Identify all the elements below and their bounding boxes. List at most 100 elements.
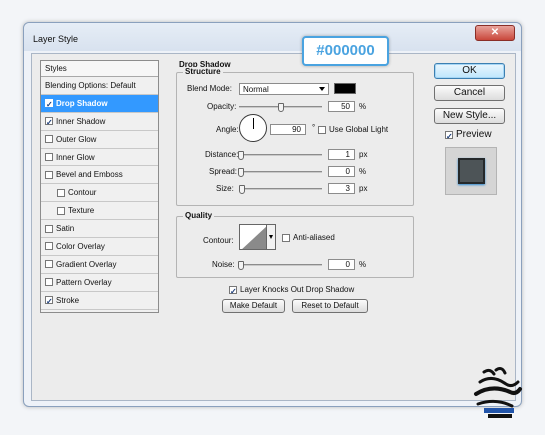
style-item[interactable]: Bevel and Emboss [41, 166, 158, 185]
style-item[interactable]: Inner Glow [41, 149, 158, 167]
style-item-label: Blending Options: Default [45, 80, 136, 90]
styles-rows: Blending Options: Default Drop Shadow Inne… [41, 77, 158, 310]
style-item[interactable]: Drop Shadow [41, 94, 158, 113]
style-item-checkbox[interactable] [45, 96, 53, 113]
style-item-label: Gradient Overlay [56, 259, 117, 269]
style-item-checkbox[interactable] [45, 135, 53, 144]
style-item[interactable]: Texture [41, 202, 158, 221]
hex-prefix: # [316, 42, 325, 59]
noise-slider-thumb[interactable] [238, 261, 244, 270]
shadow-color-swatch[interactable] [334, 83, 356, 94]
structure-group: Structure Blend Mode: Normal Opacity: 50… [176, 67, 414, 206]
use-global-light[interactable]: Use Global Light [318, 125, 388, 134]
opacity-unit: % [359, 102, 367, 111]
size-slider-track[interactable] [239, 188, 322, 190]
cancel-button[interactable]: Cancel [434, 85, 505, 101]
layer-style-dialog: Layer Style ✕ Styles Blending Options: D… [23, 22, 522, 407]
dialog-body: Styles Blending Options: Default Drop Sha… [31, 53, 516, 401]
size-unit: px [359, 184, 368, 193]
style-item-label: Stroke [56, 295, 80, 305]
noise-input[interactable]: 0 [328, 259, 355, 270]
style-item-checkbox[interactable] [57, 206, 65, 215]
preview-label: Preview [456, 129, 492, 140]
angle-input[interactable]: 90 [270, 124, 306, 135]
noise-label: Noise: [212, 260, 235, 269]
spread-slider-track[interactable] [239, 171, 322, 173]
style-item-checkbox[interactable] [45, 260, 53, 269]
new-style-button[interactable]: New Style... [434, 108, 505, 124]
style-item-checkbox[interactable] [45, 278, 53, 287]
reset-to-default-button[interactable]: Reset to Default [292, 299, 368, 313]
spread-unit: % [359, 167, 367, 176]
spread-input[interactable]: 0 [328, 166, 355, 177]
style-item-label: Texture [68, 206, 95, 216]
style-item-label: Bevel and Emboss [56, 170, 123, 180]
style-item-checkbox[interactable] [45, 170, 53, 179]
style-item-label: Inner Shadow [56, 116, 106, 126]
distance-slider-thumb[interactable] [238, 151, 244, 160]
style-item[interactable]: Satin [41, 220, 158, 239]
distance-unit: px [359, 150, 368, 159]
layer-knocks-out-checkbox[interactable] [229, 283, 237, 300]
noise-slider-track[interactable] [239, 264, 322, 266]
title-bar[interactable]: Layer Style ✕ [24, 23, 521, 51]
blend-mode-value: Normal [243, 85, 269, 94]
hex-color-callout: #000000 [302, 36, 389, 66]
style-item-label: Inner Glow [56, 152, 95, 162]
style-item[interactable]: Contour [41, 184, 158, 203]
style-item-checkbox[interactable] [45, 293, 53, 310]
contour-preview[interactable] [239, 224, 267, 250]
make-default-button[interactable]: Make Default [222, 299, 285, 313]
anti-aliased-label: Anti-aliased [293, 233, 335, 242]
style-item[interactable]: Blending Options: Default [41, 77, 158, 95]
contour-label: Contour: [203, 236, 234, 245]
style-item[interactable]: Color Overlay [41, 238, 158, 256]
noise-unit: % [359, 260, 367, 269]
structure-title: Structure [183, 67, 223, 76]
style-item[interactable]: Inner Shadow [41, 113, 158, 131]
anti-aliased-checkbox[interactable] [282, 233, 290, 242]
contour-dropdown[interactable] [267, 224, 276, 250]
styles-list: Styles Blending Options: Default Drop Sha… [40, 60, 159, 313]
layer-knocks-out-label: Layer Knocks Out Drop Shadow [240, 285, 355, 294]
ok-button[interactable]: OK [434, 63, 505, 79]
distance-label: Distance: [205, 150, 239, 159]
close-button[interactable]: ✕ [475, 25, 515, 41]
style-item[interactable]: Gradient Overlay [41, 256, 158, 274]
angle-dial[interactable] [239, 114, 267, 142]
style-item-checkbox[interactable] [45, 153, 53, 161]
hex-value: 000000 [324, 42, 375, 59]
style-item-label: Outer Glow [56, 134, 97, 144]
preview-toggle[interactable]: Preview [445, 128, 492, 145]
size-slider-thumb[interactable] [239, 185, 245, 194]
distance-input[interactable]: 1 [328, 149, 355, 160]
layer-knocks-out[interactable]: Layer Knocks Out Drop Shadow [229, 283, 355, 300]
blend-mode-select[interactable]: Normal [239, 83, 329, 95]
size-input[interactable]: 3 [328, 183, 355, 194]
style-item-checkbox[interactable] [45, 114, 53, 131]
anti-aliased[interactable]: Anti-aliased [282, 233, 335, 242]
spread-slider-thumb[interactable] [238, 168, 244, 177]
style-item-checkbox[interactable] [45, 224, 53, 233]
contour-curve-icon [242, 226, 266, 249]
use-global-light-checkbox[interactable] [318, 125, 326, 134]
style-item-label: Drop Shadow [56, 98, 108, 108]
chevron-down-icon [319, 87, 325, 91]
style-item-label: Contour [68, 188, 97, 198]
style-item[interactable]: Outer Glow [41, 131, 158, 149]
style-item[interactable]: Pattern Overlay [41, 274, 158, 292]
style-item-checkbox[interactable] [57, 188, 65, 197]
preview-swatch [458, 158, 485, 184]
style-item-label: Pattern Overlay [56, 277, 112, 287]
opacity-input[interactable]: 50 [328, 101, 355, 112]
style-item-checkbox[interactable] [45, 242, 53, 251]
quality-group: Quality Contour: Anti-aliased Noise: 0 % [176, 211, 414, 278]
watermark-logo [474, 367, 522, 418]
opacity-slider-thumb[interactable] [277, 103, 284, 112]
window-title: Layer Style [33, 34, 79, 44]
distance-slider-track[interactable] [239, 154, 322, 156]
style-item[interactable]: Stroke [41, 292, 158, 310]
styles-header[interactable]: Styles [41, 61, 158, 77]
preview-checkbox[interactable] [445, 128, 453, 145]
style-item-label: Satin [56, 224, 75, 234]
